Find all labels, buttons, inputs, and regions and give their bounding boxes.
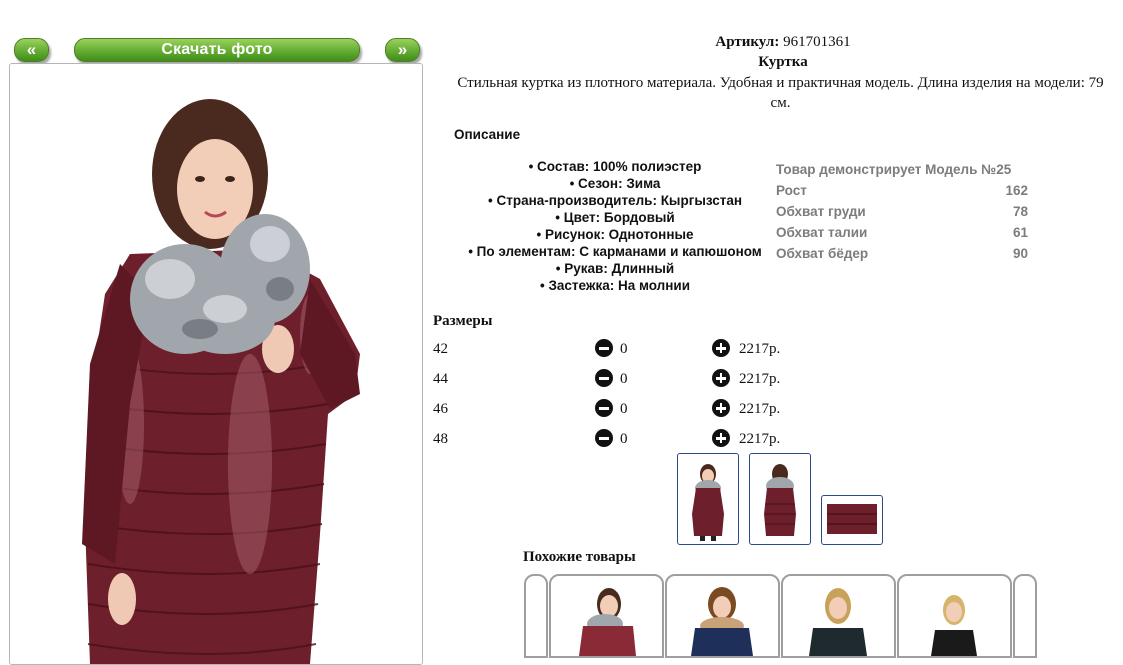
similar-product-image xyxy=(579,588,636,656)
model-row: Обхват груди 78 xyxy=(776,204,1028,219)
similar-product-card[interactable] xyxy=(781,574,896,658)
attribute-item: • Сезон: Зима xyxy=(569,176,661,191)
product-title: Куртка xyxy=(758,54,808,70)
size-label: 42 xyxy=(433,341,448,357)
increase-qty-button[interactable] xyxy=(712,399,730,417)
product-description-line1: Стильная куртка из плотного материала. У… xyxy=(457,75,1104,91)
qty-value: 0 xyxy=(620,371,628,387)
sizes-heading: Размеры xyxy=(433,313,493,329)
attribute-item: • Состав: 100% полиэстер xyxy=(528,159,702,174)
thumbnail-detail[interactable] xyxy=(821,495,883,545)
similar-product-card[interactable] xyxy=(897,574,1012,658)
model-heading: Товар демонстрирует Модель №25 xyxy=(776,162,1012,177)
similar-product-image xyxy=(691,587,753,656)
size-row: 44 0 2217р. xyxy=(433,369,833,391)
model-row: Обхват талии 61 xyxy=(776,225,1028,240)
prev-photo-button[interactable]: « xyxy=(14,38,49,62)
increase-qty-button[interactable] xyxy=(712,369,730,387)
size-row: 46 0 2217р. xyxy=(433,399,833,421)
attribute-item: • Страна-производитель: Кыргызстан xyxy=(487,193,743,208)
qty-value: 0 xyxy=(620,341,628,357)
model-row: Обхват бёдер 90 xyxy=(776,246,1028,261)
qty-value: 0 xyxy=(620,431,628,447)
main-product-photo[interactable] xyxy=(9,63,423,665)
model-row: Рост 162 xyxy=(776,183,1028,198)
similar-product-card[interactable] xyxy=(665,574,780,658)
size-row: 48 0 2217р. xyxy=(433,429,833,451)
size-label: 48 xyxy=(433,431,448,447)
similar-product-image xyxy=(809,588,867,656)
qty-value: 0 xyxy=(620,401,628,417)
product-photo-image xyxy=(10,64,422,664)
description-heading: Описание xyxy=(454,127,521,142)
size-row: 42 0 2217р. xyxy=(433,339,833,361)
attribute-item: • По элементам: С карманами и капюшоном xyxy=(468,244,762,259)
next-photo-button[interactable]: » xyxy=(385,38,420,62)
price-value: 2217р. xyxy=(739,371,781,387)
similar-product-image xyxy=(931,595,977,656)
thumbnail-image xyxy=(764,464,796,536)
price-value: 2217р. xyxy=(739,341,781,357)
attributes-list: • Состав: 100% полиэстер • Сезон: Зима •… xyxy=(456,158,774,294)
similar-product-card[interactable] xyxy=(549,574,664,658)
decrease-qty-button[interactable] xyxy=(595,399,613,417)
size-label: 44 xyxy=(433,371,448,387)
attribute-item: • Рукав: Длинный xyxy=(555,261,675,276)
attribute-item: • Застежка: На молнии xyxy=(539,278,691,293)
article-line: Артикул: 961701361 xyxy=(433,34,1123,51)
thumbnail-image xyxy=(827,504,877,534)
increase-qty-button[interactable] xyxy=(712,429,730,447)
price-value: 2217р. xyxy=(739,431,781,447)
decrease-qty-button[interactable] xyxy=(595,429,613,447)
attribute-item: • Цвет: Бордовый xyxy=(555,210,675,225)
price-value: 2217р. xyxy=(739,401,781,417)
model-measurements: Товар демонстрирует Модель №25 Рост 162 О… xyxy=(776,159,1028,264)
decrease-qty-button[interactable] xyxy=(595,339,613,357)
thumbnail-back[interactable] xyxy=(749,453,811,545)
attribute-item: • Рисунок: Однотонные xyxy=(536,227,694,242)
product-description-line2: см. xyxy=(770,95,791,111)
thumbnail-front[interactable] xyxy=(677,453,739,545)
similar-scroll-left[interactable] xyxy=(524,574,548,658)
similar-heading: Похожие товары xyxy=(523,549,636,565)
decrease-qty-button[interactable] xyxy=(595,369,613,387)
similar-scroll-right[interactable] xyxy=(1013,574,1037,658)
increase-qty-button[interactable] xyxy=(712,339,730,357)
article-value: 961701361 xyxy=(783,34,851,50)
download-photo-button[interactable]: Скачать фото xyxy=(74,38,360,62)
size-label: 46 xyxy=(433,401,448,417)
thumbnail-image xyxy=(692,464,724,541)
article-label: Артикул: xyxy=(715,34,780,50)
